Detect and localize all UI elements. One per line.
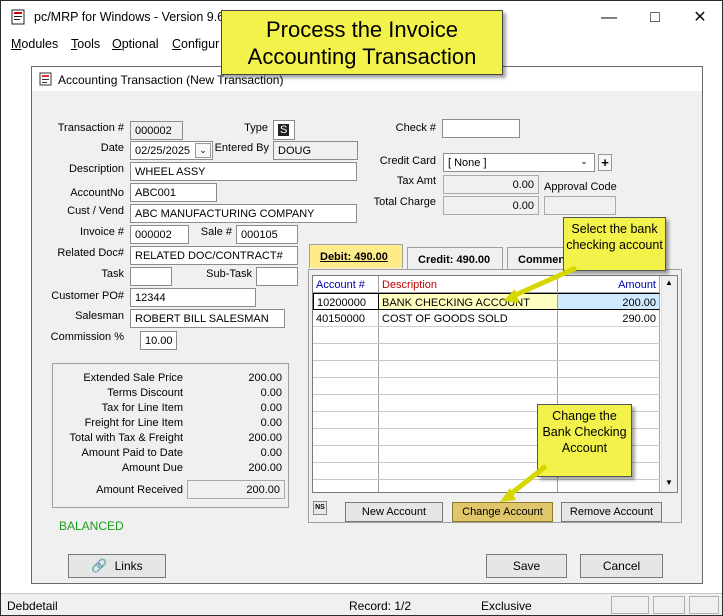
salesman-label: Salesman [75,310,124,322]
remove-account-button[interactable]: Remove Account [561,502,662,522]
accountno-field[interactable]: ABC001 [130,183,217,202]
creditcard-label: Credit Card [379,155,436,167]
document-icon [39,72,52,86]
accounting-transaction-window: Accounting Transaction (New Transaction)… [31,66,703,584]
total-label: Total with Tax & Freight [69,432,183,444]
type-field[interactable]: S [273,120,295,140]
totalcharge-field: 0.00 [443,196,539,215]
app-title: pc/MRP for Windows - Version 9.60 [34,10,232,24]
arrow-select-icon [503,265,578,303]
status-panel [611,596,649,614]
links-button[interactable]: 🔗 Links [68,554,166,578]
status-panel [653,596,685,614]
taxamt-field: 0.00 [443,175,539,194]
type-label: Type [244,122,268,134]
status-panel [689,596,719,614]
invoice-field[interactable]: 000002 [130,225,189,244]
approval-field [544,196,616,215]
ns-toggle[interactable]: NS [313,501,327,515]
new-account-button[interactable]: New Account [345,502,443,522]
related-doc-field[interactable]: RELATED DOC/CONTRACT# [130,246,298,265]
entered-by-field: DOUG [273,141,358,160]
total-label: Amount Paid to Date [81,447,183,459]
column-header-account[interactable]: Account # [313,276,379,293]
app-icon [11,9,25,25]
total-label: Extended Sale Price [83,372,183,384]
grid-scrollbar[interactable]: ▲ ▼ [661,276,677,492]
amount-received-label: Amount Received [96,484,183,496]
title-callout: Process the Invoice Accounting Transacti… [221,10,503,75]
custpo-field[interactable]: 12344 [130,288,256,307]
status-bar: Debdetail Record: 1/2 Exclusive [1,593,722,615]
total-label: Terms Discount [107,387,183,399]
amount-received-field: 200.00 [187,480,285,499]
date-dropdown-icon[interactable]: ⌄ [195,143,211,158]
sale-label: Sale # [200,226,232,238]
approval-label: Approval Code [544,181,617,193]
invoice-label: Invoice # [79,226,124,238]
salesman-field[interactable]: ROBERT BILL SALESMAN [130,309,285,328]
total-value: 0.00 [260,417,282,429]
total-label: Freight for Line Item [84,417,183,429]
description-field[interactable]: WHEEL ASSY [130,162,357,181]
taxamt-label: Tax Amt [396,175,436,187]
accountno-label: AccountNo [70,187,124,199]
entered-by-label: Entered By [214,142,269,154]
task-field[interactable] [130,267,172,286]
chevron-down-icon[interactable]: ⌄ [576,155,592,170]
total-value: 200.00 [248,432,282,444]
menu-tools[interactable]: Tools [71,37,100,51]
total-label: Tax for Line Item [101,402,183,414]
balanced-status: BALANCED [59,519,124,533]
custpo-label: Customer PO# [51,290,124,302]
task-label: Task [101,268,124,280]
check-label: Check # [395,122,436,134]
maximize-icon[interactable]: □ [640,7,670,29]
menu-modules[interactable]: Modules [11,37,58,51]
menu-configure[interactable]: Configur [172,37,219,51]
add-creditcard-button[interactable]: + [598,154,612,171]
totals-panel: Extended Sale Price 200.00 Terms Discoun… [52,363,289,508]
status-record: Record: 1/2 [349,599,412,613]
transaction-label: Transaction # [57,122,124,134]
scroll-down-icon[interactable]: ▼ [665,478,673,487]
save-button[interactable]: Save [486,554,567,578]
scroll-up-icon[interactable]: ▲ [665,278,673,287]
table-cell-account[interactable]: 40150000 [313,310,379,327]
status-form-name: Debdetail [7,599,58,613]
minimize-icon[interactable]: — [594,7,624,29]
total-value: 0.00 [260,447,282,459]
inner-title: Accounting Transaction (New Transaction) [58,73,284,87]
link-icon: 🔗 [91,558,108,573]
totalcharge-label: Total Charge [373,196,436,208]
total-value: 0.00 [260,402,282,414]
custvend-field[interactable]: ABC MANUFACTURING COMPANY [130,204,357,223]
related-doc-label: Related Doc# [57,247,124,259]
custvend-label: Cust / Vend [67,205,124,217]
total-value: 200.00 [248,462,282,474]
sale-field[interactable]: 000105 [236,225,298,244]
tab-debit[interactable]: Debit: 490.00 [309,244,403,268]
subtask-field[interactable] [256,267,298,286]
total-value: 0.00 [260,387,282,399]
total-label: Amount Due [121,462,183,474]
transaction-field: 000002 [130,121,183,140]
main-window: pc/MRP for Windows - Version 9.60 — □ ✕ … [0,0,723,616]
status-mode: Exclusive [481,599,532,613]
close-icon[interactable]: ✕ [685,7,715,29]
total-value: 200.00 [248,372,282,384]
date-label: Date [100,142,124,154]
check-field[interactable] [442,119,520,138]
table-cell-account[interactable]: 10200000 [313,293,379,310]
creditcard-select[interactable]: [ None ] [443,153,595,172]
subtask-label: Sub-Task [206,268,252,280]
arrow-change-icon [500,464,548,502]
menu-optional[interactable]: Optional [112,37,159,51]
commission-label: Commission % [50,331,124,343]
description-label: Description [68,163,124,175]
commission-field[interactable]: 10.00 [140,331,177,350]
cancel-button[interactable]: Cancel [580,554,663,578]
